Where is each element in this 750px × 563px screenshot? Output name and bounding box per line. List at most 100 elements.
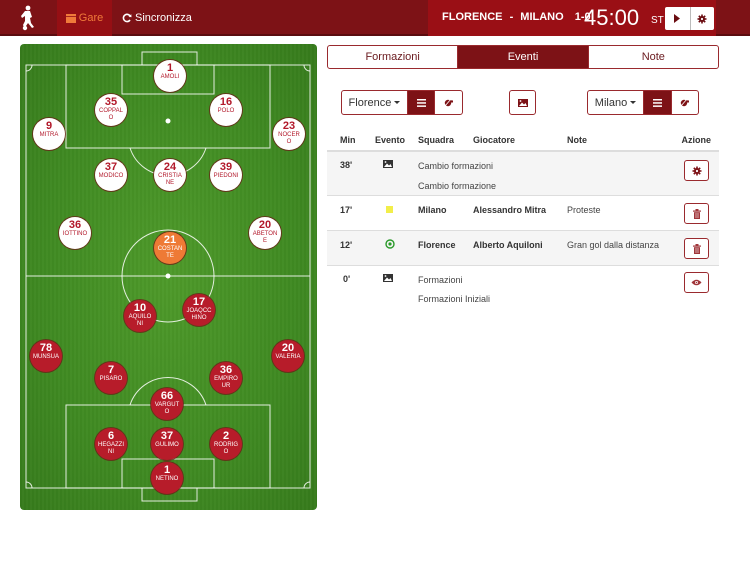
play-button[interactable]	[665, 7, 690, 30]
table-header: Min Evento Squadra Giocatore Note Azione	[327, 130, 719, 152]
home-team-select[interactable]: Florence	[342, 91, 407, 114]
delete-event-button[interactable]	[684, 238, 709, 259]
player-home-24[interactable]: 24 CRISTIANE	[154, 159, 186, 191]
player-name: MITRA	[39, 132, 59, 138]
events-table: Min Evento Squadra Giocatore Note Azione…	[327, 130, 719, 310]
event-settings-button[interactable]	[684, 160, 709, 181]
home-team-controls: Florence	[341, 90, 463, 115]
tab-formazioni[interactable]: Formazioni	[328, 46, 457, 68]
player-number: 78	[39, 342, 53, 354]
away-whistle-button[interactable]	[670, 91, 699, 114]
nav-sincronizza[interactable]: Sincronizza	[116, 0, 198, 36]
player-name: VALERIA	[275, 354, 301, 360]
tab-eventi[interactable]: Eventi	[457, 46, 588, 68]
player-number: 35	[104, 96, 118, 108]
table-row: 12' Florence Alberto Aquiloni Gran gol d…	[327, 231, 719, 266]
player-away-2[interactable]: 2 RODRIGO	[210, 428, 242, 460]
match-period: ST	[651, 15, 664, 26]
player-away-20[interactable]: 20 VALERIA	[272, 340, 304, 372]
calendar-icon	[65, 14, 76, 23]
away-team-select[interactable]: Milano	[588, 91, 643, 114]
app-logo[interactable]	[0, 0, 56, 36]
player-away-10[interactable]: 10 AQUILONI	[124, 300, 156, 332]
player-home-20[interactable]: 20 ABETONE	[249, 217, 281, 249]
player-number: 17	[192, 296, 206, 308]
player-selected-21[interactable]: 21 COSTANTE	[154, 232, 186, 264]
delete-event-button[interactable]	[684, 203, 709, 224]
goal-icon	[385, 239, 395, 251]
soccer-field: 1 AMOLI 35 COPPALO 16 POLO 9 MITRA 23 NO…	[20, 44, 317, 510]
player-name: RODRIGO	[214, 442, 238, 455]
event-minute: 0'	[343, 274, 351, 284]
header-squadra: Squadra	[418, 135, 455, 145]
player-number: 16	[219, 96, 233, 108]
event-player: Alberto Aquiloni	[473, 240, 543, 250]
away-team-name: MILANO	[520, 11, 564, 23]
event-title: Cambio formazioni	[418, 161, 494, 171]
player-name: GULIMO	[155, 442, 179, 448]
image-button[interactable]	[509, 90, 536, 115]
list-icon	[652, 98, 662, 107]
settings-button[interactable]	[689, 7, 715, 30]
player-name: NETINO	[155, 476, 179, 482]
away-list-button[interactable]	[642, 91, 671, 114]
event-team: Milano	[418, 205, 447, 215]
match-controls	[665, 7, 714, 30]
event-title: Formazioni	[418, 275, 463, 285]
player-name: NOCERO	[278, 132, 300, 145]
player-away-17[interactable]: 17 JOAQCCHINO	[183, 294, 215, 326]
player-number: 20	[258, 219, 272, 231]
event-minute: 38'	[340, 160, 353, 170]
player-away-66[interactable]: 66 VARGUTO	[151, 388, 183, 420]
player-number: 9	[45, 120, 53, 132]
away-team-select-label: Milano	[594, 96, 628, 109]
player-name: CRISTIANE	[158, 173, 182, 186]
player-home-35[interactable]: 35 COPPALO	[95, 94, 127, 126]
player-home-16[interactable]: 16 POLO	[210, 94, 242, 126]
nav-gare[interactable]: Gare	[57, 0, 112, 36]
player-away-78[interactable]: 78 MUNSUA	[30, 340, 62, 372]
player-number: 23	[282, 120, 296, 132]
match-timer: 45:00	[584, 5, 640, 30]
home-list-button[interactable]	[406, 91, 435, 114]
player-home-9[interactable]: 9 MITRA	[33, 118, 65, 150]
image-icon	[383, 160, 393, 170]
top-bar: Gare Sincronizza FLORENCE - MILANO 1-0 4…	[0, 0, 750, 36]
player-name: AQUILONI	[128, 314, 152, 327]
tab-note[interactable]: Note	[587, 46, 718, 68]
player-name: COPPALO	[99, 108, 123, 121]
player-away-36[interactable]: 36 EMPIROUR	[210, 362, 242, 394]
player-name: IOTTINO	[62, 231, 88, 237]
player-home-39[interactable]: 39 PIEDONI	[210, 159, 242, 191]
match-score: FLORENCE - MILANO 1-0	[442, 11, 595, 23]
table-row: 17' Milano Alessandro Mitra Proteste	[327, 196, 719, 231]
player-away-37[interactable]: 37 GULIMO	[151, 428, 183, 460]
gear-icon	[697, 14, 707, 23]
home-team-name: FLORENCE	[442, 11, 503, 23]
trash-icon	[692, 208, 701, 219]
event-team: Florence	[418, 240, 456, 250]
whistle-icon	[444, 98, 453, 107]
event-subtitle: Cambio formazione	[418, 181, 497, 191]
player-away-6[interactable]: 6 HEGAZZINI	[95, 428, 127, 460]
player-name: HEGAZZINI	[98, 442, 125, 455]
view-event-button[interactable]	[684, 272, 709, 293]
player-name: PISARO	[99, 376, 123, 382]
player-away-1[interactable]: 1 NETINO	[151, 462, 183, 494]
player-number: 36	[219, 364, 233, 376]
away-team-controls: Milano	[587, 90, 699, 115]
home-whistle-button[interactable]	[434, 91, 462, 114]
player-home-37[interactable]: 37 MODICO	[95, 159, 127, 191]
player-name: JOAQCCHINO	[186, 308, 212, 321]
player-number: 7	[107, 364, 115, 376]
event-note: Gran gol dalla distanza	[567, 240, 660, 250]
player-home-1[interactable]: 1 AMOLI	[154, 60, 186, 92]
panel-tabs: Formazioni Eventi Note	[327, 45, 719, 69]
gear-icon	[692, 166, 701, 175]
player-away-7[interactable]: 7 PISARO	[95, 362, 127, 394]
player-number: 1	[163, 464, 171, 476]
player-home-23[interactable]: 23 NOCERO	[273, 118, 305, 150]
event-minute: 17'	[340, 205, 353, 215]
player-name: MUNSUA	[33, 354, 60, 360]
player-home-36[interactable]: 36 IOTTINO	[59, 217, 91, 249]
